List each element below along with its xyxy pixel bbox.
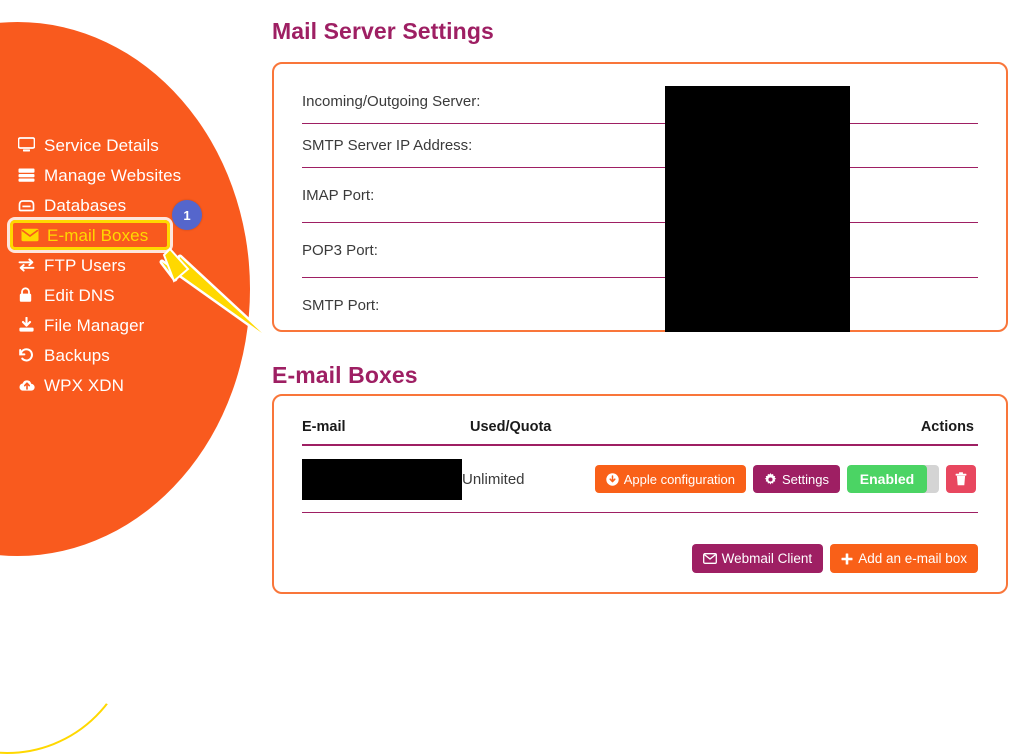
- settings-row: POP3 Port:: [302, 223, 978, 278]
- settings-label: POP3 Port:: [302, 241, 378, 259]
- sidebar-nav: Service Details Manage Websites Database…: [0, 130, 250, 400]
- transfer-icon: [18, 257, 44, 273]
- trash-icon: [955, 472, 967, 486]
- sidebar-item-label: Backups: [44, 345, 110, 365]
- settings-row: IMAP Port:: [302, 168, 978, 223]
- page-title-email-boxes: E-mail Boxes: [272, 362, 418, 388]
- settings-label: SMTP Server IP Address:: [302, 137, 473, 154]
- settings-row: Incoming/Outgoing Server:: [302, 80, 978, 124]
- cell-actions: Apple configuration Settings Enabled: [594, 465, 978, 493]
- monitor-icon: [18, 137, 44, 153]
- apple-configuration-label: Apple configuration: [623, 471, 736, 487]
- email-boxes-panel: E-mail Used/Quota Actions Unlimited Appl…: [272, 394, 1008, 594]
- enabled-toggle[interactable]: Enabled: [847, 465, 939, 493]
- delete-email-box-button[interactable]: [946, 465, 976, 493]
- redacted-server-values: [665, 86, 850, 332]
- sidebar-item-label: Service Details: [44, 135, 159, 155]
- add-email-box-label: Add an e-mail box: [858, 551, 967, 566]
- column-header-email: E-mail: [302, 419, 346, 435]
- sidebar-item-edit-dns[interactable]: Edit DNS: [0, 280, 250, 310]
- redacted-email-address: [302, 458, 462, 500]
- lock-icon: [18, 287, 44, 303]
- mail-server-settings-panel: Incoming/Outgoing Server: SMTP Server IP…: [272, 62, 1008, 332]
- sidebar-item-label: Manage Websites: [44, 165, 182, 185]
- sidebar-item-ftp-users[interactable]: FTP Users: [0, 250, 250, 280]
- database-icon: [18, 197, 44, 213]
- sidebar-item-label: FTP Users: [44, 255, 126, 275]
- email-boxes-table: E-mail Used/Quota Actions Unlimited Appl…: [302, 410, 978, 513]
- envelope-icon: [702, 553, 717, 564]
- column-header-quota: Used/Quota: [470, 419, 552, 435]
- table-row: Unlimited Apple configuration Settings E…: [302, 446, 978, 513]
- cell-quota: Unlimited: [462, 470, 525, 488]
- cell-email: [302, 458, 462, 500]
- sidebar-item-label: WPX XDN: [44, 375, 125, 395]
- column-header-actions: Actions: [920, 419, 974, 435]
- cloud-upload-icon: [18, 378, 44, 392]
- enabled-toggle-label: Enabled: [847, 465, 927, 493]
- gear-icon: [764, 472, 777, 486]
- add-email-box-button[interactable]: Add an e-mail box: [830, 544, 978, 573]
- settings-button[interactable]: Settings: [753, 465, 840, 493]
- sidebar-item-service-details[interactable]: Service Details: [0, 130, 250, 160]
- main-content: Mail Server Settings Incoming/Outgoing S…: [272, 0, 1012, 618]
- sidebar-item-databases[interactable]: Databases: [0, 190, 250, 220]
- sidebar-item-email-boxes[interactable]: E-mail Boxes: [10, 220, 170, 250]
- plus-icon: [841, 553, 853, 565]
- table-header-row: E-mail Used/Quota Actions: [302, 410, 978, 446]
- settings-row: SMTP Server IP Address:: [302, 124, 978, 168]
- sidebar-item-backups[interactable]: Backups: [0, 340, 250, 370]
- settings-label: SMTP Port:: [302, 297, 380, 314]
- sidebar-item-label: File Manager: [44, 315, 145, 335]
- sidebar-item-label: E-mail Boxes: [47, 225, 149, 245]
- sidebar-item-label: Edit DNS: [44, 285, 115, 305]
- sidebar-item-wpx-xdn[interactable]: WPX XDN: [0, 370, 250, 400]
- settings-button-label: Settings: [782, 471, 829, 487]
- download-circle-icon: [606, 472, 619, 486]
- download-icon: [18, 317, 44, 333]
- sidebar-item-label: Databases: [44, 195, 127, 215]
- webmail-client-button[interactable]: Webmail Client: [691, 544, 824, 573]
- step-badge-1: 1: [172, 200, 202, 230]
- mail-server-settings-list: Incoming/Outgoing Server: SMTP Server IP…: [302, 80, 978, 333]
- webmail-client-label: Webmail Client: [721, 551, 813, 566]
- history-icon: [18, 347, 44, 363]
- sidebar-item-file-manager[interactable]: File Manager: [0, 310, 250, 340]
- apple-configuration-button[interactable]: Apple configuration: [594, 465, 747, 493]
- email-boxes-footer-actions: Webmail Client Add an e-mail box: [691, 544, 978, 573]
- settings-label: Incoming/Outgoing Server:: [302, 93, 481, 110]
- sidebar-item-manage-websites[interactable]: Manage Websites: [0, 160, 250, 190]
- settings-label: IMAP Port:: [302, 186, 375, 204]
- page-title-mail-server: Mail Server Settings: [272, 18, 494, 44]
- envelope-icon: [21, 228, 47, 242]
- server-stack-icon: [18, 167, 44, 183]
- settings-row: SMTP Port:: [302, 278, 978, 333]
